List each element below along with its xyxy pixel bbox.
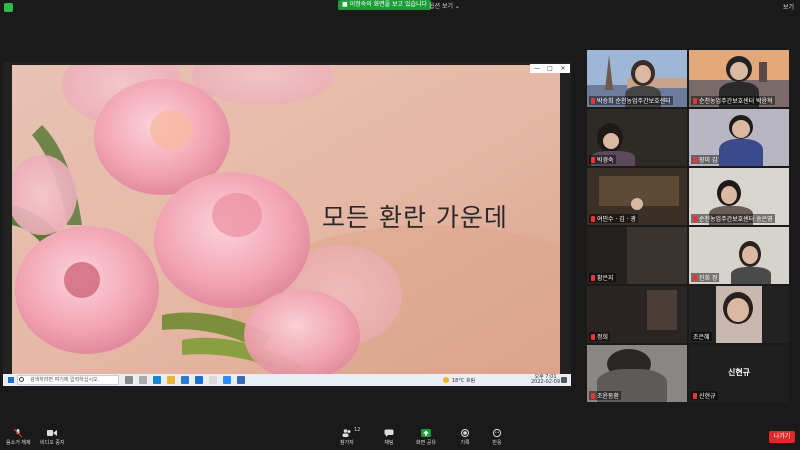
top-bar: ■ 이정숙의 화면을 보고 있습니다 옵션 보기 ⌄ 보기 bbox=[0, 0, 800, 14]
zoom-icon[interactable] bbox=[223, 376, 231, 384]
slide-window-controls: — □ ✕ bbox=[530, 64, 570, 73]
participant-tile[interactable]: 순천농업주간보호센터 박윤혁 bbox=[689, 50, 789, 107]
participant-tile[interactable]: 박경숙 bbox=[587, 109, 687, 166]
record-button[interactable]: 기록 bbox=[460, 429, 470, 446]
widgets-icon[interactable] bbox=[139, 376, 147, 384]
participant-tile[interactable]: 박승희 순천농업주간보호센터 bbox=[587, 50, 687, 107]
participant-tile[interactable]: 조은혜 bbox=[689, 286, 789, 343]
muted-mic-icon bbox=[591, 98, 595, 104]
share-status-banner: ■ 이정숙의 화면을 보고 있습니다 bbox=[338, 0, 432, 10]
participant-tile[interactable]: 정희 bbox=[587, 286, 687, 343]
minimize-button[interactable]: — bbox=[531, 64, 543, 73]
muted-mic-icon bbox=[591, 216, 595, 222]
participant-name: 황은지 bbox=[589, 273, 616, 282]
slide-caption: 모든 환란 가운데 bbox=[322, 203, 508, 232]
notification-icon[interactable] bbox=[561, 377, 567, 383]
participant-name: 장미 김 bbox=[691, 155, 720, 164]
muted-mic-icon bbox=[693, 157, 697, 163]
participant-tile[interactable]: 진희 정 bbox=[689, 227, 789, 284]
participant-name: 박승희 순천농업주간보호센터 bbox=[589, 96, 673, 105]
muted-mic-icon bbox=[13, 429, 23, 437]
mail-icon[interactable] bbox=[195, 376, 203, 384]
muted-mic-icon bbox=[693, 98, 697, 104]
file-explorer-icon[interactable] bbox=[167, 376, 175, 384]
stop-video-button[interactable]: 비디오 중지 bbox=[40, 429, 65, 446]
chat-icon bbox=[384, 429, 394, 437]
participant-name: 박경숙 bbox=[589, 155, 616, 164]
muted-mic-icon bbox=[693, 393, 697, 399]
clock-date: 2022-02-09 bbox=[531, 379, 561, 385]
store-icon[interactable] bbox=[181, 376, 189, 384]
chat-button[interactable]: 채팅 bbox=[384, 429, 394, 446]
windows-taskbar: 검색하려면 여기에 입력하십시오. 18°C 흐림 오후 7:01 2022-0… bbox=[3, 374, 571, 386]
muted-mic-icon bbox=[591, 157, 595, 163]
participant-name: 진희 정 bbox=[691, 273, 720, 282]
maximize-button[interactable]: □ bbox=[544, 64, 556, 73]
muted-mic-icon bbox=[693, 275, 697, 281]
reactions-button[interactable]: 반응 bbox=[492, 429, 502, 446]
search-icon bbox=[19, 377, 24, 382]
participant-name: 신현규 bbox=[691, 391, 718, 400]
leave-meeting-button[interactable]: 나가기 bbox=[769, 431, 795, 443]
task-view-icon[interactable] bbox=[125, 376, 133, 384]
weather-text[interactable]: 18°C 흐림 bbox=[452, 377, 475, 384]
share-screen-button[interactable]: 화면 공유 bbox=[416, 429, 436, 446]
smiley-icon bbox=[492, 429, 502, 437]
weather-icon bbox=[443, 377, 449, 383]
participants-count: 12 bbox=[354, 427, 361, 433]
participant-name: 순천농업주간보호센터 박윤혁 bbox=[691, 96, 775, 105]
zoom-meeting-window: ■ 이정숙의 화면을 보고 있습니다 옵션 보기 ⌄ 보기 모든 환란 가운데 … bbox=[0, 0, 800, 450]
muted-mic-icon bbox=[591, 393, 595, 399]
muted-mic-icon bbox=[591, 275, 595, 281]
participant-name: 순천농업주간보호센터 송은영 bbox=[691, 214, 775, 223]
view-button[interactable]: 보기 bbox=[783, 2, 794, 11]
edge-icon[interactable] bbox=[153, 376, 161, 384]
windows-start-icon[interactable] bbox=[8, 377, 14, 383]
clock[interactable]: 오후 7:01 2022-02-09 bbox=[531, 375, 560, 385]
participant-tile[interactable]: 순천농업주간보호센터 송은영 bbox=[689, 168, 789, 225]
participants-icon bbox=[342, 429, 351, 437]
presentation-slide: 모든 환란 가운데 bbox=[12, 65, 560, 374]
record-icon bbox=[461, 429, 469, 437]
participants-button[interactable]: 참가자 bbox=[340, 429, 354, 446]
taskbar-search-input[interactable]: 검색하려면 여기에 입력하십시오. bbox=[17, 375, 119, 385]
shield-icon[interactable] bbox=[4, 3, 13, 12]
participant-name: 조은혜 bbox=[691, 332, 712, 341]
muted-mic-icon bbox=[591, 334, 595, 340]
participant-name: 정희 bbox=[589, 332, 611, 341]
participant-tile[interactable]: 여민수 · 김 · 광 bbox=[587, 168, 687, 225]
participant-tile[interactable]: 조윤동환 bbox=[587, 345, 687, 402]
participant-display-name: 신현규 bbox=[727, 368, 751, 377]
close-button[interactable]: ✕ bbox=[557, 64, 569, 73]
video-camera-icon bbox=[47, 430, 58, 436]
muted-mic-icon bbox=[693, 216, 697, 222]
unmute-button[interactable]: 음소거 해제 bbox=[6, 429, 31, 446]
app-icon[interactable] bbox=[237, 376, 245, 384]
participant-name: 여민수 · 김 · 광 bbox=[589, 214, 639, 223]
participant-tile-active-speaker[interactable]: 장미 김 bbox=[689, 109, 789, 166]
meeting-toolbar: 음소거 해제 비디오 중지 참가자 12 채팅 화면 공유 기록 반응 bbox=[0, 426, 800, 450]
participant-name: 조윤동환 bbox=[589, 391, 622, 400]
participant-tile[interactable]: 신현규 신현규 bbox=[689, 345, 789, 402]
view-options-button[interactable]: 옵션 보기 ⌄ bbox=[429, 1, 460, 10]
share-screen-icon bbox=[421, 429, 431, 437]
chrome-icon[interactable] bbox=[209, 376, 217, 384]
participant-tile[interactable]: 황은지 bbox=[587, 227, 687, 284]
